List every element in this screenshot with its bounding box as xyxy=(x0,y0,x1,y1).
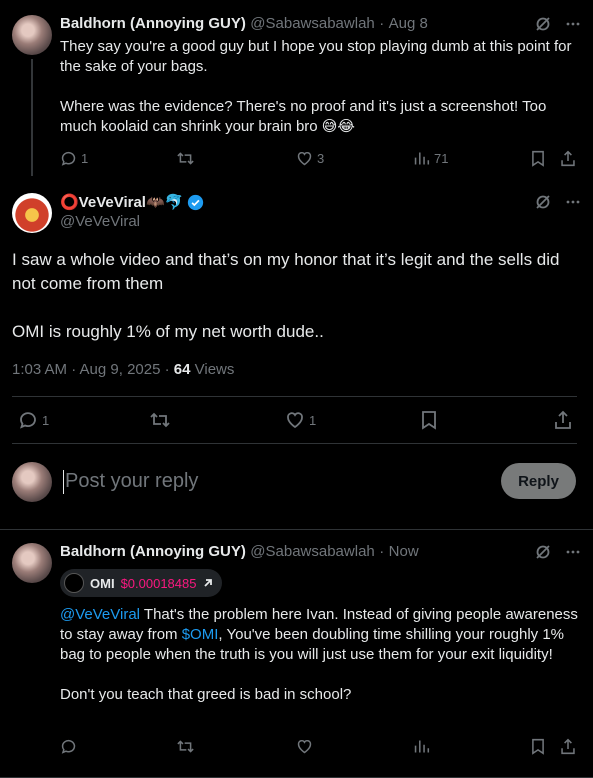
views-count: 64 xyxy=(173,361,191,378)
reply-input[interactable]: Post your reply xyxy=(65,468,198,494)
share-button[interactable] xyxy=(560,150,576,167)
author-handle[interactable]: @Sabawsabawlah xyxy=(250,15,374,32)
author-handle[interactable]: @Sabawsabawlah xyxy=(250,543,374,560)
token-price: $0.00018485 xyxy=(120,575,197,591)
avatar[interactable] xyxy=(12,543,52,583)
thread-line xyxy=(31,59,33,176)
author-name[interactable]: Baldhorn (Annoying GUY) xyxy=(60,15,246,32)
grok-icon[interactable] xyxy=(535,194,551,210)
tweet-date[interactable]: Aug 8 xyxy=(389,15,428,32)
tweet-text: OMI is roughly 1% of my net worth dude.. xyxy=(12,322,324,341)
more-icon[interactable] xyxy=(565,16,581,32)
author-name[interactable]: ⭕VeVeViral🦇🐬 xyxy=(60,193,183,211)
divider xyxy=(0,529,593,530)
tweet-text: They say you're a good guy but I hope yo… xyxy=(60,38,572,75)
bookmark-button[interactable] xyxy=(530,738,546,755)
token-logo-icon xyxy=(64,573,84,593)
like-count: 1 xyxy=(309,412,317,428)
more-icon[interactable] xyxy=(565,194,581,210)
tweet-date[interactable]: Now xyxy=(389,543,419,560)
like-button[interactable]: 1 xyxy=(285,410,316,430)
author-handle[interactable]: @VeVeViral xyxy=(60,213,140,230)
retweet-button[interactable] xyxy=(176,150,195,167)
reply-button[interactable]: 1 xyxy=(60,150,88,167)
avatar xyxy=(12,462,52,502)
reply-count: 1 xyxy=(42,412,50,428)
share-button[interactable] xyxy=(560,738,576,755)
tweet-text: @VeVeViral That's the problem here Ivan.… xyxy=(60,605,585,665)
avatar[interactable] xyxy=(12,15,52,55)
mention-link[interactable]: @VeVeViral xyxy=(60,606,140,623)
separator: · xyxy=(379,15,385,32)
separator: · xyxy=(379,543,385,560)
cashtag-link[interactable]: $OMI xyxy=(182,626,219,643)
grok-icon[interactable] xyxy=(535,544,551,560)
grok-icon[interactable] xyxy=(535,16,551,32)
token-price-chip[interactable]: OMI $0.00018485 xyxy=(60,569,223,597)
divider xyxy=(12,396,577,397)
tweet-text: Where was the evidence? There's no proof… xyxy=(60,98,547,135)
tweet-text: I saw a whole video and that’s on my hon… xyxy=(12,250,560,293)
reply-button[interactable]: Reply xyxy=(501,463,576,499)
like-button[interactable] xyxy=(296,738,313,755)
avatar[interactable] xyxy=(12,193,52,233)
divider xyxy=(12,443,577,444)
reply-button[interactable]: 1 xyxy=(18,410,49,430)
views-button[interactable] xyxy=(413,738,430,755)
token-name: OMI xyxy=(90,575,115,591)
tweet-timestamp[interactable]: 1:03 AM · Aug 9, 2025 · xyxy=(12,361,174,378)
bookmark-button[interactable] xyxy=(530,150,546,167)
text-cursor xyxy=(63,470,64,494)
like-count: 3 xyxy=(317,151,325,166)
reply-count: 1 xyxy=(81,151,89,166)
share-button[interactable] xyxy=(554,410,572,430)
verified-badge-icon xyxy=(187,194,204,211)
reply-button[interactable] xyxy=(60,738,77,755)
author-name[interactable]: Baldhorn (Annoying GUY) xyxy=(60,543,246,560)
like-button[interactable]: 3 xyxy=(296,150,324,167)
tweet-text: Don't you teach that greed is bad in sch… xyxy=(60,686,352,703)
views-button[interactable]: 71 xyxy=(413,150,448,167)
views-count: 71 xyxy=(434,151,449,166)
more-icon[interactable] xyxy=(565,544,581,560)
bookmark-button[interactable] xyxy=(420,410,438,430)
arrow-up-right-icon xyxy=(202,577,214,589)
views-label: Views xyxy=(190,361,235,378)
retweet-button[interactable] xyxy=(176,738,195,755)
retweet-button[interactable] xyxy=(149,410,171,430)
